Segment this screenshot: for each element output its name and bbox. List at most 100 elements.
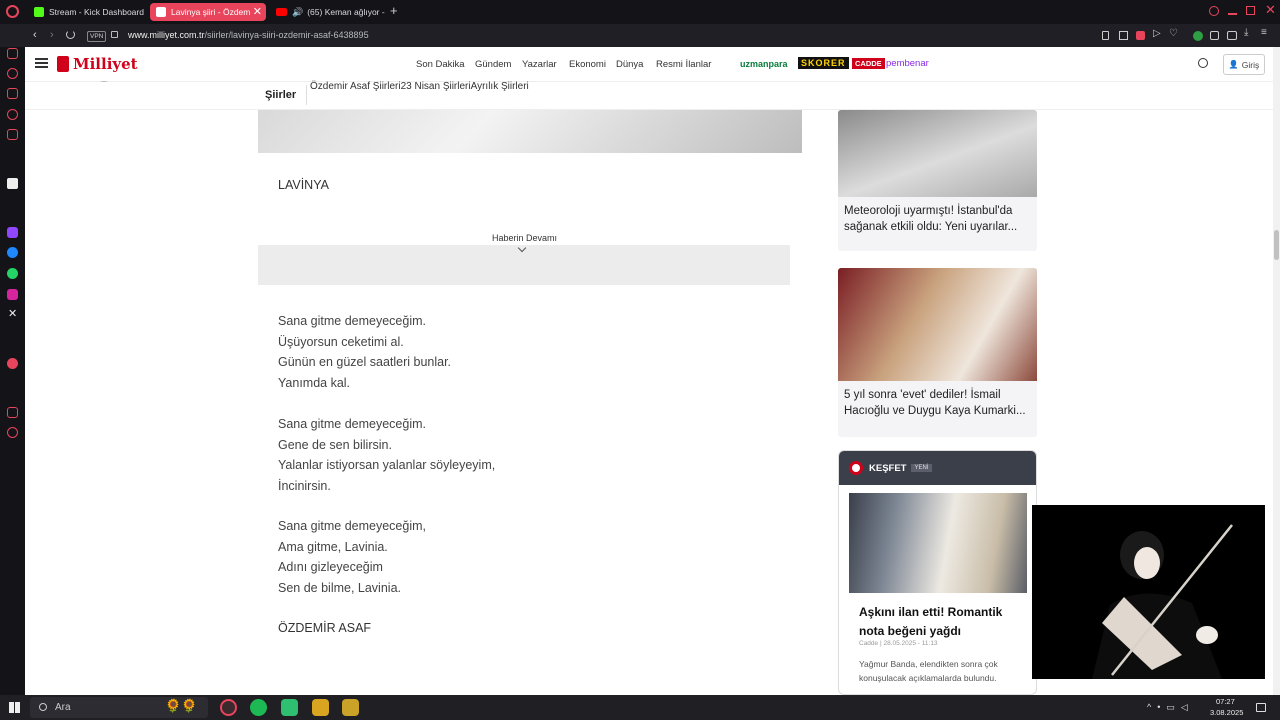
category-bar: Şiirler Özdemir Asaf Şiirleri23 Nisan Şi… — [25, 81, 1273, 110]
partner-skorer[interactable]: SKORER — [798, 57, 849, 69]
bag-icon[interactable] — [7, 88, 18, 99]
instagram-icon[interactable] — [7, 289, 18, 300]
site-search-icon[interactable] — [1198, 58, 1208, 68]
taskbar-app2-icon[interactable] — [312, 699, 329, 716]
news-card-title: 5 yıl sonra 'evet' dediler! İsmail Hacıo… — [844, 389, 1026, 417]
clock-date[interactable]: 3.08.2025 — [1210, 708, 1243, 717]
divider — [306, 85, 307, 105]
close-tab-icon[interactable]: ✕ — [253, 5, 262, 18]
volume-icon[interactable]: ◁ — [1181, 702, 1194, 712]
taskbar-search-text: Ara — [55, 702, 71, 713]
taskbar: Ara 🌻🌻 ^•▭◁ 07:27 3.08.2025 — [0, 695, 1280, 720]
scrollbar-thumb[interactable] — [1274, 230, 1279, 260]
taskbar-spotify-icon[interactable] — [250, 699, 267, 716]
nav-yazarlar[interactable]: Yazarlar — [522, 59, 557, 70]
whatsapp-icon[interactable] — [7, 268, 18, 279]
category-title[interactable]: Şiirler — [265, 89, 296, 101]
ai-icon[interactable] — [7, 178, 18, 189]
page-scrollbar[interactable] — [1273, 47, 1280, 695]
notifications-icon[interactable] — [1256, 703, 1266, 712]
tab-bar: Stream - Kick Dashboard Lavinya şiiri - … — [0, 0, 1280, 24]
stanza-3: Sana gitme demeyeceğim, Ama gitme, Lavin… — [278, 516, 426, 599]
player-icon[interactable] — [7, 109, 18, 120]
close-window-icon[interactable]: ✕ — [1265, 2, 1276, 18]
clock-time[interactable]: 07:27 — [1216, 697, 1235, 706]
speed-dial-icon[interactable] — [7, 48, 18, 59]
picture-in-picture-video[interactable] — [1032, 505, 1265, 679]
tab-kick[interactable]: Stream - Kick Dashboard — [28, 3, 144, 21]
poem-line: Sana gitme demeyeceğim, — [278, 519, 426, 533]
extension-badge-icon[interactable] — [1193, 31, 1203, 41]
youtube-icon — [276, 8, 287, 16]
taskbar-search-field[interactable]: Ara 🌻🌻 — [30, 697, 208, 718]
download-icon[interactable]: ⤓ — [1244, 27, 1248, 38]
x-icon[interactable]: ✕ — [8, 307, 17, 320]
history-icon[interactable] — [7, 68, 18, 79]
poem-line: Sen de bilme, Lavinia. — [278, 581, 401, 596]
tray-icons: ^•▭◁ — [1147, 702, 1194, 713]
taskbar-opera-icon[interactable] — [220, 699, 237, 716]
nav-son-dakika[interactable]: Son Dakika — [416, 59, 465, 70]
vpn-badge[interactable]: VPN — [87, 31, 107, 42]
stanza-2: Sana gitme demeyeceğim. Gene de sen bili… — [278, 414, 495, 497]
partner-pembenar[interactable]: pembenar — [886, 58, 929, 69]
flow-icon[interactable] — [7, 407, 18, 418]
kesfet-title[interactable]: Aşkını ilan etti! Romantik nota beğeni y… — [859, 603, 1019, 641]
continue-reading-button[interactable]: Haberin Devamı — [486, 232, 564, 244]
wallet-icon[interactable] — [1227, 31, 1237, 40]
poem-line: Yanımda kal. — [278, 376, 351, 391]
poem-line: Sana gitme demeyeceğim. — [278, 314, 426, 328]
screen: Stream - Kick Dashboard Lavinya şiiri - … — [0, 0, 1280, 720]
news-card-image — [838, 268, 1037, 381]
url-path: /siirler/lavinya-siiri-ozdemir-asaf-6438… — [204, 30, 369, 40]
puzzle-icon[interactable] — [1210, 31, 1219, 40]
nav-ekonomi[interactable]: Ekonomi — [569, 59, 606, 70]
nav-dunya[interactable]: Dünya — [616, 59, 643, 70]
network-icon[interactable]: ▭ — [1166, 702, 1181, 712]
messenger-icon[interactable] — [7, 247, 18, 258]
tray-chevron-icon[interactable]: ^ — [1147, 702, 1157, 712]
login-button[interactable]: 👤 Giriş — [1223, 54, 1265, 75]
tab-lavinya[interactable]: Lavinya şiiri - Özdem ✕ — [150, 3, 266, 21]
heart-icon[interactable]: ♡ — [1169, 28, 1178, 39]
play-icon[interactable]: ▷ — [1153, 28, 1161, 39]
kesfet-logo-icon — [849, 461, 863, 475]
partner-cadde[interactable]: CADDE — [852, 58, 885, 69]
settings-icon[interactable] — [7, 427, 18, 438]
partner-uzmanpara[interactable]: uzmanpara — [740, 59, 788, 69]
taskbar-app3-icon[interactable] — [342, 699, 359, 716]
news-icon[interactable] — [7, 129, 18, 140]
taskbar-app-icon[interactable] — [281, 699, 298, 716]
tab-youtube[interactable]: 🔊 (65) Keman ağlıyor - — [270, 3, 385, 21]
minimize-icon[interactable] — [1228, 13, 1237, 15]
news-card-wedding[interactable]: 5 yıl sonra 'evet' dediler! İsmail Hacıo… — [838, 268, 1037, 437]
poem-line: Sana gitme demeyeceğim. — [278, 417, 426, 431]
logo-text: Milliyet — [73, 55, 138, 73]
twitch-icon[interactable] — [7, 227, 18, 238]
kesfet-header: KEŞFET YENİ — [839, 451, 1036, 485]
poem-line: İncinirsin. — [278, 479, 331, 494]
news-card-weather[interactable]: Meteoroloji uyarmıştı! İstanbul'da sağan… — [838, 110, 1037, 251]
menu-icon[interactable]: ≡ — [1261, 27, 1267, 38]
milliyet-logo[interactable]: Milliyet — [57, 54, 138, 74]
nav-gundem[interactable]: Gündem — [475, 59, 511, 70]
shield-icon[interactable] — [1136, 31, 1145, 40]
windows-start-icon[interactable] — [9, 702, 20, 713]
hamburger-icon[interactable] — [35, 58, 48, 68]
search-icon[interactable] — [1209, 6, 1219, 16]
forward-icon[interactable]: › — [50, 29, 54, 41]
login-label: Giriş — [1241, 59, 1260, 70]
maximize-icon[interactable] — [1246, 6, 1255, 15]
url-field[interactable]: www.milliyet.com.tr/siirler/lavinya-siir… — [128, 30, 369, 40]
back-icon[interactable]: ‹ — [33, 29, 37, 41]
browser-logo-icon[interactable] — [6, 5, 19, 18]
pin-icon[interactable] — [1102, 31, 1109, 40]
reload-icon[interactable] — [66, 30, 75, 39]
new-tab-icon[interactable]: + — [390, 3, 398, 18]
nav-resmi-ilanlar[interactable]: Resmi İlanlar — [656, 59, 711, 70]
browser-sidebar: ✕ — [0, 47, 25, 695]
game-icon[interactable] — [7, 358, 18, 369]
category-tags[interactable]: Özdemir Asaf Şiirleri23 Nisan ŞiirleriAy… — [310, 81, 529, 92]
kesfet-image[interactable] — [849, 493, 1027, 593]
screenshot-icon[interactable] — [1119, 31, 1128, 40]
